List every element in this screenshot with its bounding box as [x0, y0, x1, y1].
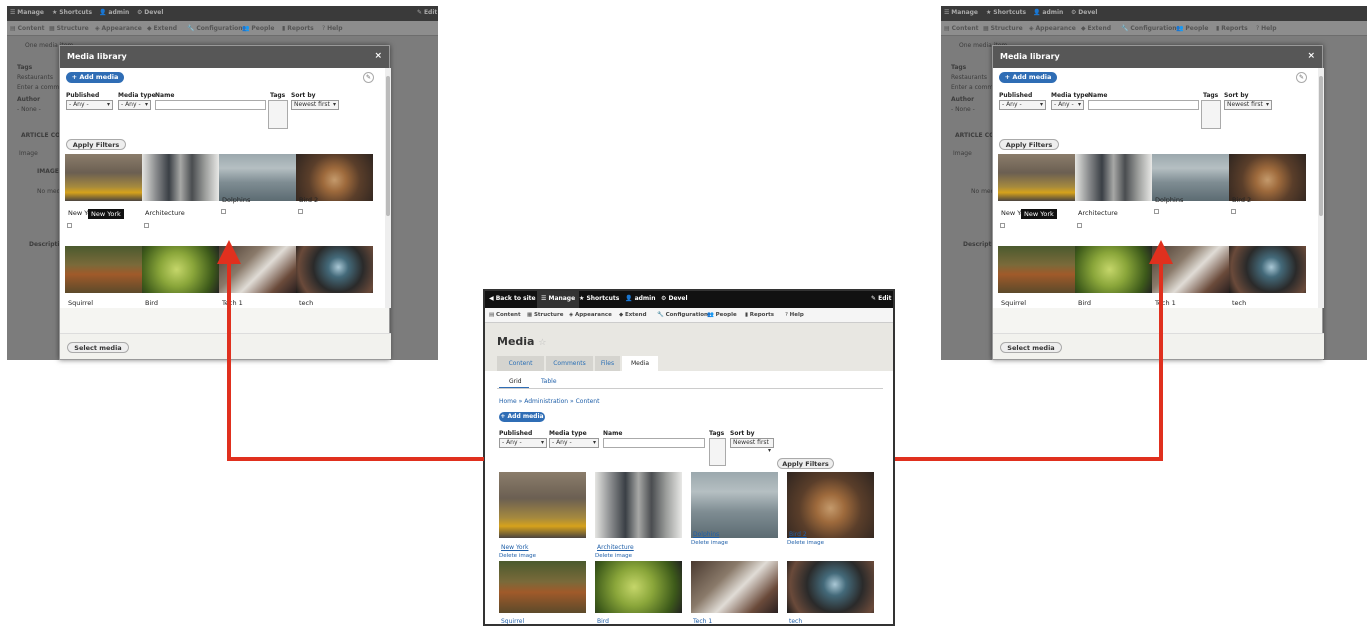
- arrow-left: [217, 240, 484, 461]
- arrow-right: [895, 240, 1173, 461]
- annotation-arrows: [217, 240, 1173, 461]
